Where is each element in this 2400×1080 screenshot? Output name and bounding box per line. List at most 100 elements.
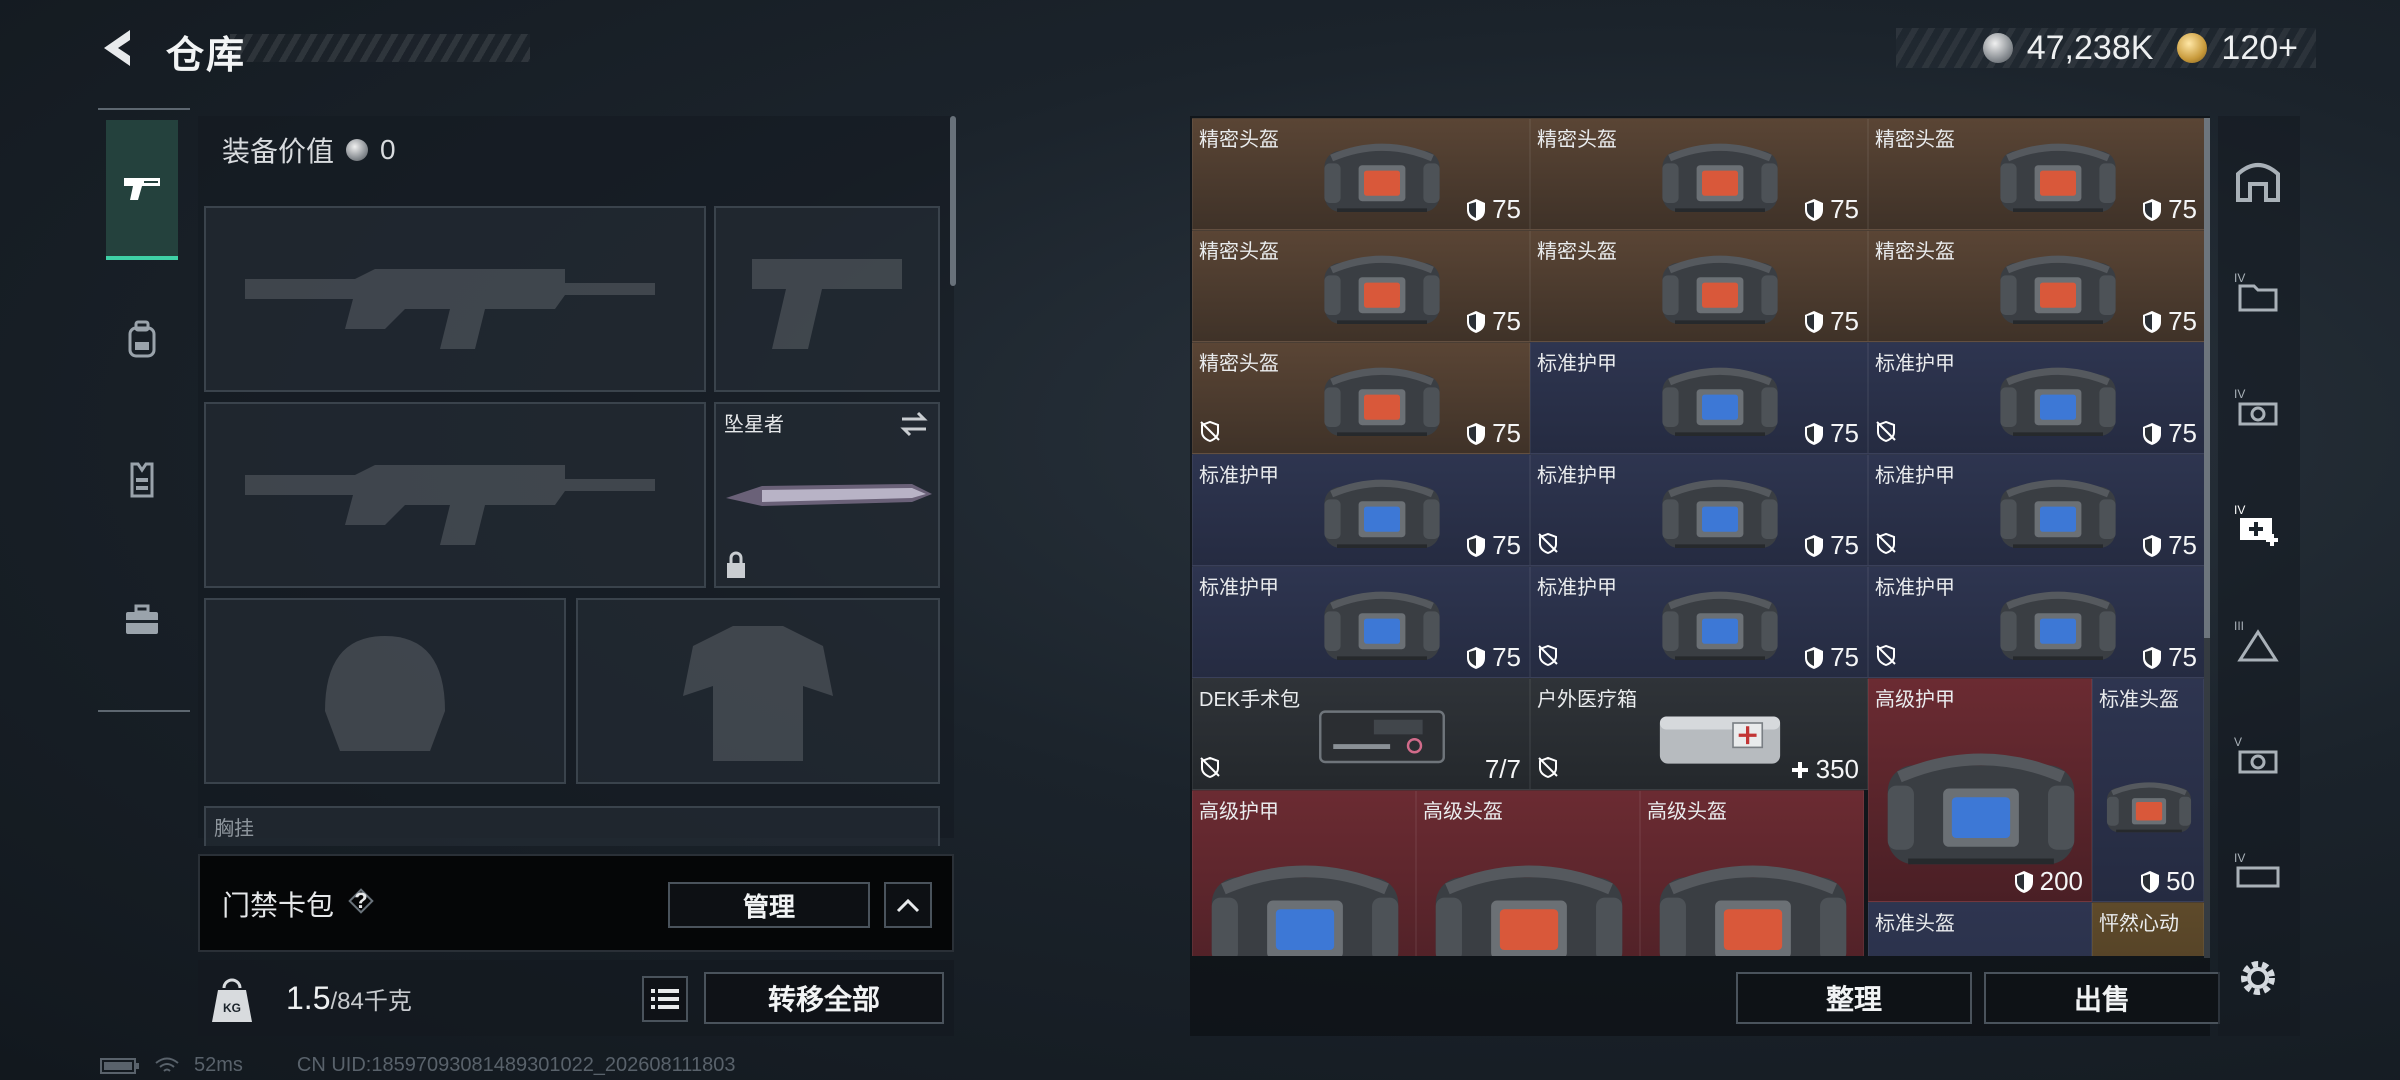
stash-item[interactable]: 标准护甲 75 [1192,454,1530,566]
secondary-weapon-slot[interactable] [204,402,706,588]
item-value-text: 75 [2168,530,2197,560]
stash-item[interactable]: 标准头盔 50 [2092,678,2204,902]
item-value: 350 [1790,754,1859,785]
folder-tier4-icon[interactable]: IV [2226,262,2290,326]
stash-scrollbar-thumb[interactable] [2204,118,2210,638]
svg-text:IV: IV [2234,387,2245,401]
shield-icon [2143,534,2162,557]
title-decoration [230,34,530,62]
svg-text:III: III [2234,619,2244,633]
item-name: 精密头盔 [1199,241,1279,263]
collapse-button[interactable] [884,882,932,928]
gold-coin-icon [2177,33,2208,63]
silver-balance: 47,238K [2026,28,2154,67]
triangle-tier3-icon[interactable]: III [2226,610,2290,674]
item-value: 75 [1466,418,1521,449]
item-value: 75 [1804,642,1859,673]
stash-item[interactable]: 标准护甲 75 [1530,342,1868,454]
manage-button[interactable]: 管理 [668,882,870,928]
item-value-text: 75 [1830,642,1859,672]
item-name: 标准护甲 [1537,465,1617,487]
item-value: 75 [2142,418,2197,449]
gold-balance: 120+ [2221,28,2298,67]
armor-icon [1317,579,1447,674]
stash-item[interactable]: 精密头盔 75 [1192,118,1530,230]
stash-item[interactable]: 精密头盔 75 [1530,118,1868,230]
item-value: 75 [2142,306,2197,337]
help-icon[interactable]: ? [344,884,378,918]
no-repair-icon [1875,420,1897,447]
item-value-text: 75 [1492,530,1521,560]
stash-item[interactable]: 高级护甲 [1192,790,1416,956]
stash-item[interactable]: 怦然心动 [2092,902,2204,956]
swap-icon[interactable] [898,410,930,438]
stash-item[interactable]: 标准护甲 75 [1530,566,1868,678]
gear-icon [2241,961,2275,995]
sort-button[interactable]: 整理 [1736,972,1972,1024]
helmet-icon [1879,943,2083,956]
stash-item[interactable]: 标准护甲 75 [1868,454,2206,566]
medbox-icon [1655,691,1785,786]
gear-value-label: 装备价值 [222,136,335,167]
stash-item[interactable]: 标准护甲 75 [1530,454,1868,566]
tab-toolbox[interactable] [106,550,178,690]
sidearm-slot[interactable] [714,206,940,392]
toolbox-icon [126,604,158,634]
vest-icon [130,462,154,498]
item-name: 标准护甲 [1199,465,1279,487]
car-tier5-icon[interactable]: V [2226,726,2290,790]
stash-item[interactable]: 标准护甲 75 [1192,566,1530,678]
stash-item[interactable]: 标准护甲 75 [1868,342,2206,454]
stash-item[interactable]: 精密头盔 75 [1192,342,1530,454]
armor-icon [1993,467,2123,562]
item-name: 精密头盔 [1537,241,1617,263]
helmet-icon [1317,243,1447,338]
item-name: 精密头盔 [1199,353,1279,375]
silver-coin-icon [346,139,369,161]
back-button[interactable] [96,22,140,74]
chest-rig-slot[interactable]: 胸挂 [204,806,940,846]
shield-icon [2014,870,2033,893]
crate-tier4-icon[interactable]: IV [2226,842,2290,906]
helmet-icon [1655,243,1785,338]
melee-slot[interactable]: 坠星者 [714,402,940,588]
gear-value: 装备价值 0 [222,130,396,170]
transfer-all-button[interactable]: 转移全部 [704,972,944,1024]
item-value-text: 350 [1815,754,1859,784]
item-value-text: 75 [1830,194,1859,224]
settings-button[interactable] [2226,946,2290,1010]
shield-icon [1467,534,1486,557]
armor-icon [1655,355,1785,450]
stash-item[interactable]: 精密头盔 75 [1530,230,1868,342]
home-icon[interactable] [2226,148,2290,212]
no-repair-icon [1199,756,1221,783]
primary-weapon-slot[interactable] [204,206,706,392]
loadout-scrollbar[interactable] [950,116,956,286]
car-tier4-icon[interactable]: IV [2226,378,2290,442]
armor-slot[interactable] [576,598,940,784]
svg-text:IV: IV [2234,271,2245,285]
stash-item[interactable]: 户外医疗箱 350 [1530,678,1868,790]
list-view-button[interactable] [642,976,688,1022]
item-value: 75 [1466,530,1521,561]
stash-item[interactable]: 精密头盔 75 [1868,118,2206,230]
medkit-tier4-icon[interactable]: IV [2226,494,2290,558]
sell-button[interactable]: 出售 [1984,972,2220,1024]
stash-item[interactable]: 标准头盔 [1868,902,2092,956]
tab-weapons[interactable] [106,120,178,260]
weight-current: 1.5 [286,980,331,1016]
item-value: 75 [1804,530,1859,561]
tab-backpack[interactable] [106,270,178,410]
helmet-slot[interactable] [204,598,566,784]
tab-vest[interactable] [106,410,178,550]
item-value-text: 7/7 [1484,754,1521,784]
stash-item[interactable]: 高级头盔 [1640,790,1864,956]
stash-item[interactable]: 精密头盔 75 [1868,230,2206,342]
stash-item[interactable]: 高级护甲 200 [1868,678,2092,902]
stash-item[interactable]: 精密头盔 75 [1192,230,1530,342]
stash-item[interactable]: 标准护甲 75 [1868,566,2206,678]
item-name: 标准护甲 [1199,577,1279,599]
item-value: 75 [1466,642,1521,673]
stash-item[interactable]: DEK手术包 7/7 [1192,678,1530,790]
stash-item[interactable]: 高级头盔 [1416,790,1640,956]
